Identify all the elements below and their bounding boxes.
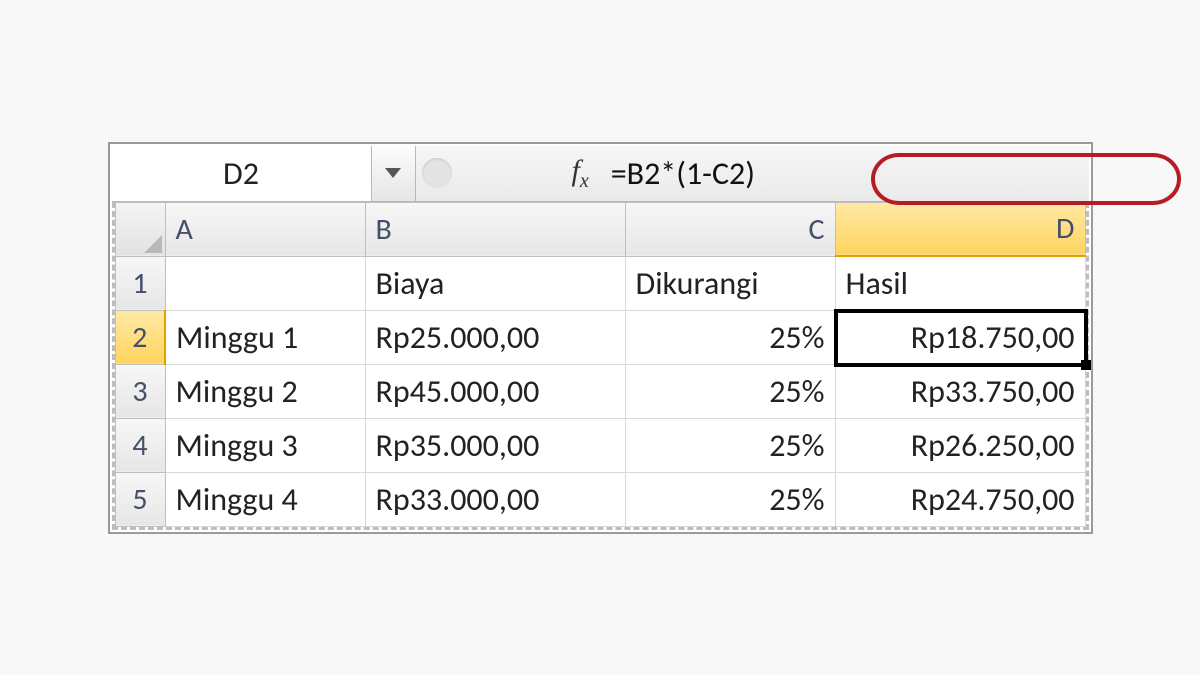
cell-C5[interactable]: 25% — [625, 472, 835, 526]
name-box-dropdown[interactable] — [372, 146, 416, 201]
cell-A1[interactable] — [165, 256, 365, 310]
cancel-icon — [422, 158, 452, 188]
cell-B4[interactable]: Rp35.000,00 — [365, 418, 625, 472]
cell-D4[interactable]: Rp26.250,00 — [835, 418, 1085, 472]
cell-D2[interactable]: Rp18.750,00 — [835, 310, 1085, 364]
cell-B5[interactable]: Rp33.000,00 — [365, 472, 625, 526]
cell-B1[interactable]: Biaya — [365, 256, 625, 310]
formula-bar: D2 fx =B2*(1-C2) — [112, 146, 1089, 202]
row-head-4[interactable]: 4 — [115, 418, 165, 472]
name-box[interactable]: D2 — [112, 146, 372, 201]
cell-C1[interactable]: Dikurangi — [625, 256, 835, 310]
cell-C2[interactable]: 25% — [625, 310, 835, 364]
cell-D5[interactable]: Rp24.750,00 — [835, 472, 1085, 526]
col-head-A[interactable]: A — [165, 202, 365, 256]
cell-A3[interactable]: Minggu 2 — [165, 364, 365, 418]
formula-input[interactable]: =B2*(1-C2) — [595, 152, 785, 195]
cell-A5[interactable]: Minggu 4 — [165, 472, 365, 526]
col-head-C[interactable]: C — [625, 202, 835, 256]
annotation-circle — [871, 153, 1181, 205]
row-head-2[interactable]: 2 — [115, 310, 165, 364]
cell-A2[interactable]: Minggu 1 — [165, 310, 365, 364]
select-all-corner[interactable] — [115, 202, 165, 256]
row-head-1[interactable]: 1 — [115, 256, 165, 310]
col-head-D[interactable]: D — [835, 202, 1085, 256]
cell-C4[interactable]: 25% — [625, 418, 835, 472]
cell-B2[interactable]: Rp25.000,00 — [365, 310, 625, 364]
cell-C3[interactable]: 25% — [625, 364, 835, 418]
cell-D1[interactable]: Hasil — [835, 256, 1085, 310]
cell-D3[interactable]: Rp33.750,00 — [835, 364, 1085, 418]
cell-B3[interactable]: Rp45.000,00 — [365, 364, 625, 418]
spreadsheet-grid[interactable]: A B C D 1 Biaya Dikurangi Hasil 2 Minggu… — [115, 202, 1086, 527]
col-head-B[interactable]: B — [365, 202, 625, 256]
row-head-3[interactable]: 3 — [115, 364, 165, 418]
fx-icon[interactable]: fx — [572, 154, 589, 193]
cell-A4[interactable]: Minggu 3 — [165, 418, 365, 472]
row-head-5[interactable]: 5 — [115, 472, 165, 526]
